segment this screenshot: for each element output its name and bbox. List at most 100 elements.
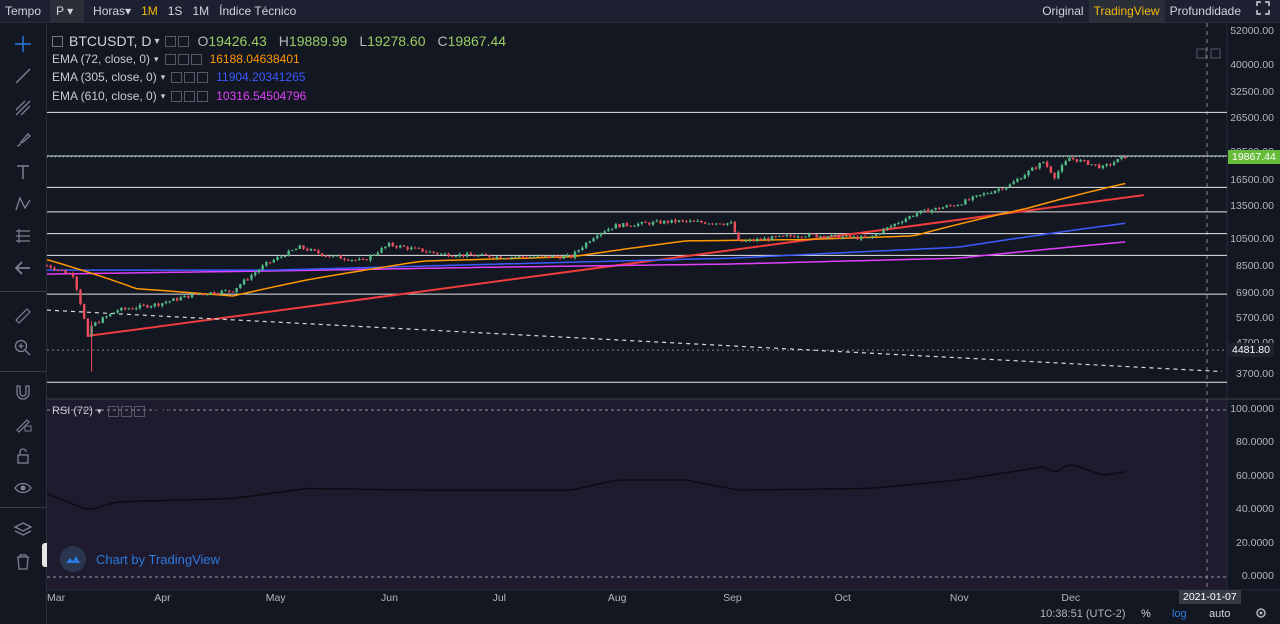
trash-icon[interactable] — [10, 549, 36, 575]
candle-body — [889, 225, 893, 228]
legend-buttons[interactable] — [164, 53, 204, 65]
time-tick-label: Nov — [949, 592, 969, 604]
candle-body — [815, 234, 818, 238]
candle-body — [759, 238, 763, 240]
candle-body — [477, 255, 480, 257]
candle-body — [581, 247, 584, 251]
candle-body — [1097, 164, 1101, 169]
ruler-icon[interactable] — [10, 303, 36, 329]
candle-body — [1112, 162, 1116, 165]
lock-icon[interactable] — [10, 443, 36, 469]
collapse-toolbar-handle[interactable] — [42, 543, 50, 567]
interval-1m[interactable]: 1M — [136, 0, 163, 22]
gear-icon[interactable] — [1254, 606, 1268, 623]
interval-1s[interactable]: 1S — [163, 0, 188, 22]
time-tick-label: Oct — [834, 592, 851, 604]
magnet-icon[interactable] — [10, 379, 36, 405]
legend-buttons[interactable] — [171, 90, 210, 102]
candle-body — [213, 292, 216, 294]
log-toggle[interactable]: log — [1172, 608, 1187, 620]
candle-body — [131, 308, 134, 310]
chevron-down-icon[interactable]: ▾ — [97, 406, 102, 417]
price-tick-label: 13500.00 — [1230, 200, 1274, 213]
candle-body — [867, 237, 870, 239]
candle-body — [636, 223, 640, 226]
view-depth-tab[interactable]: Profundidade — [1165, 0, 1246, 22]
back-arrow-icon[interactable] — [10, 255, 36, 281]
auto-toggle[interactable]: auto — [1209, 608, 1230, 620]
candle-body — [149, 306, 153, 308]
ema-72-label[interactable]: EMA (72, close, 0) — [52, 52, 150, 66]
percent-toggle[interactable]: % — [1141, 608, 1151, 620]
candle-body — [79, 289, 82, 305]
candle-body — [748, 239, 751, 241]
zoom-in-icon[interactable] — [10, 335, 36, 361]
pattern-icon[interactable] — [10, 191, 36, 217]
candle-body — [239, 284, 242, 288]
candle-body — [874, 233, 878, 236]
candle-body — [566, 254, 569, 257]
candle-body — [242, 279, 246, 285]
candle-body — [860, 236, 863, 240]
candle-body — [454, 256, 458, 258]
ema-305-label[interactable]: EMA (305, close, 0) — [52, 70, 157, 84]
horas-dropdown[interactable]: Horas▾ — [88, 0, 136, 22]
chevron-down-icon[interactable]: ▾ — [154, 36, 159, 47]
candle-body — [458, 254, 461, 257]
candle-body — [670, 219, 673, 223]
candle-body — [729, 222, 733, 224]
time-tick-label: Jun — [381, 592, 398, 604]
symbol-title[interactable]: BTCUSDT, D — [69, 33, 151, 49]
rsi-label[interactable]: RSI (72) — [52, 405, 93, 417]
ema-610-label[interactable]: EMA (610, close, 0) — [52, 89, 157, 103]
candle-body — [1012, 181, 1015, 185]
candle-body — [354, 259, 357, 261]
rsi-tick-label: 40.0000 — [1236, 503, 1274, 516]
chevron-down-icon[interactable]: ▾ — [161, 72, 166, 83]
candle-body — [231, 291, 235, 293]
time-tick-label: Mar — [47, 592, 66, 604]
fullscreen-icon[interactable] — [1246, 0, 1280, 22]
candle-body — [510, 257, 513, 259]
candle-body — [919, 210, 922, 214]
legend-buttons[interactable] — [171, 71, 210, 83]
candle-body — [1001, 188, 1004, 190]
price-tick-label: 5700.00 — [1236, 311, 1274, 324]
lock-drawing-icon[interactable] — [10, 411, 36, 437]
candle-body — [1016, 178, 1019, 182]
indicators-button[interactable]: Índice Técnico — [214, 0, 301, 22]
fib-icon[interactable] — [10, 95, 36, 121]
clock-text: 10:38:51 (UTC-2) — [1040, 608, 1126, 620]
eye-icon[interactable] — [10, 475, 36, 501]
candle-body — [291, 250, 294, 252]
crosshair-icon[interactable] — [10, 31, 36, 57]
tradingview-watermark[interactable]: Chart by TradingView — [60, 546, 220, 572]
candle-body — [332, 255, 335, 257]
text-icon[interactable] — [10, 159, 36, 185]
candle-body — [596, 235, 599, 239]
symbol-select[interactable]: P ▾ — [50, 0, 85, 22]
prediction-icon[interactable] — [10, 223, 36, 249]
candle-body — [361, 259, 365, 261]
layers-icon[interactable] — [10, 517, 36, 543]
candle-body — [250, 275, 253, 280]
candle-body — [532, 256, 536, 258]
candle-body — [1031, 167, 1034, 171]
candle-body — [399, 245, 402, 248]
legend-collapse-icon[interactable] — [52, 35, 63, 47]
candle-body — [1075, 159, 1079, 162]
chevron-down-icon[interactable]: ▾ — [154, 54, 159, 65]
trendline-icon[interactable] — [10, 63, 36, 89]
view-original-tab[interactable]: Original — [1037, 0, 1088, 22]
view-tradingview-tab[interactable]: TradingView — [1088, 0, 1165, 22]
candle-body — [521, 256, 525, 258]
legend-buttons[interactable] — [107, 405, 147, 417]
ohlc-high-label: H — [278, 33, 289, 49]
candle-body — [1034, 167, 1038, 169]
brush-icon[interactable] — [10, 127, 36, 153]
legend-buttons[interactable] — [165, 35, 191, 47]
chevron-down-icon[interactable]: ▾ — [161, 91, 166, 102]
candle-body — [614, 224, 618, 229]
interval-1mo[interactable]: 1M — [187, 0, 214, 22]
candle-body — [376, 252, 380, 255]
